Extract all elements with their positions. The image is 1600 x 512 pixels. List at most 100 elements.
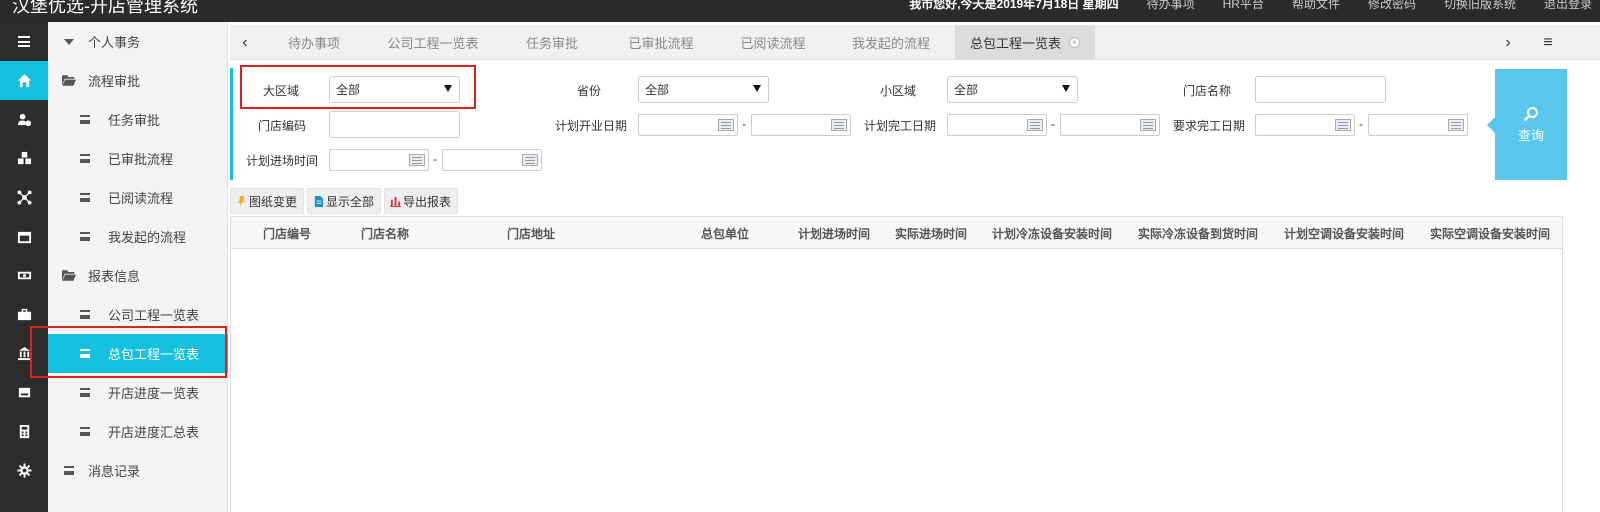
required-finish-to[interactable]	[1368, 114, 1468, 136]
planned-finish-label: 计划完工日期	[864, 119, 937, 133]
tab-todo[interactable]: 待办事项	[270, 25, 358, 60]
tab-prev-button[interactable]: ‹	[230, 25, 260, 60]
tab-menu-button[interactable]: ≡	[1533, 25, 1563, 60]
calendar-icon[interactable]	[1140, 119, 1156, 131]
sidebar-item-my-processes[interactable]: 我发起的流程	[48, 217, 228, 256]
province-select[interactable]: 全部	[638, 76, 769, 103]
calculator-icon[interactable]	[0, 412, 48, 451]
planned-open-to[interactable]	[751, 114, 851, 136]
planned-entry-to[interactable]	[442, 149, 542, 171]
calendar-icon[interactable]	[718, 119, 734, 131]
tab-read-processes[interactable]: 已阅读流程	[727, 25, 819, 60]
top-link-old-system[interactable]: 切换旧版系统	[1444, 0, 1516, 12]
top-links: 我市您好,今天是2019年7月18日 星期四 待办事项 HR平台 帮助文件 修改…	[909, 0, 1592, 12]
close-icon[interactable]: ×	[1069, 37, 1080, 48]
sidebar-item-messages[interactable]: 消息记录	[48, 451, 228, 490]
sidebar-item-approved-processes[interactable]: 已审批流程	[48, 139, 228, 178]
sidebar-menu: 个人事务 流程审批 任务审批 已审批流程 已阅读流程 我发起的流程 报表信息 公…	[48, 22, 228, 512]
column-header-planned-entry[interactable]: 计划进场时间	[798, 217, 870, 249]
search-icon	[1523, 106, 1538, 121]
sidebar-item-opening-progress[interactable]: 开店进度一览表	[48, 373, 228, 412]
home-icon[interactable]	[0, 61, 48, 100]
sidebar-item-label: 个人事务	[88, 35, 141, 50]
tab-my-processes[interactable]: 我发起的流程	[840, 25, 942, 60]
sidebar-item-read-processes[interactable]: 已阅读流程	[48, 178, 228, 217]
calendar-icon[interactable]	[0, 217, 48, 256]
tab-next-button[interactable]: ›	[1493, 25, 1523, 60]
top-link-logout[interactable]: 退出登录	[1544, 0, 1592, 12]
sidebar-item-process-approval[interactable]: 流程审批	[48, 61, 228, 100]
range-separator: -	[1051, 117, 1055, 131]
calendar-icon[interactable]	[409, 154, 425, 166]
range-separator: -	[433, 152, 437, 166]
export-report-button[interactable]: 导出报表	[384, 188, 459, 214]
column-header-contractor[interactable]: 总包单位	[701, 217, 749, 249]
sidebar-item-label: 流程审批	[88, 74, 141, 89]
sidebar-item-opening-summary[interactable]: 开店进度汇总表	[48, 412, 228, 451]
calendar-icon[interactable]	[1448, 119, 1464, 131]
sidebar-item-reports[interactable]: 报表信息	[48, 256, 228, 295]
top-bar: 汉堡优选-开店管理系统 我市您好,今天是2019年7月18日 星期四 待办事项 …	[0, 0, 1600, 22]
column-header-actual-freezer-arrival[interactable]: 实际冷冻设备到货时间	[1138, 217, 1258, 249]
calendar-icon[interactable]	[1027, 119, 1043, 131]
column-header-store-name[interactable]: 门店名称	[361, 217, 409, 249]
calendar-icon[interactable]	[831, 119, 847, 131]
network-icon[interactable]	[0, 178, 48, 217]
tab-approved-processes[interactable]: 已审批流程	[615, 25, 707, 60]
column-header-actual-ac-install[interactable]: 实际空调设备安装时间	[1430, 217, 1550, 249]
show-all-button[interactable]: 显示全部	[307, 188, 382, 214]
welcome-text: 我市您好,今天是2019年7月18日 星期四	[909, 0, 1119, 11]
top-link-help[interactable]: 帮助文件	[1292, 0, 1340, 12]
folder-open-icon	[62, 74, 76, 88]
drawing-change-button[interactable]: 图纸变更	[230, 188, 305, 214]
subregion-select[interactable]: 全部	[947, 76, 1078, 103]
sidebar-item-task-approval[interactable]: 任务审批	[48, 100, 228, 139]
cubes-icon[interactable]	[0, 139, 48, 178]
range-separator: -	[1359, 117, 1363, 131]
column-header-store-address[interactable]: 门店地址	[507, 217, 555, 249]
planned-entry-from[interactable]	[329, 149, 429, 171]
calendar-icon[interactable]	[522, 154, 538, 166]
tab-company-projects[interactable]: 公司工程一览表	[378, 25, 488, 60]
toolbar: 图纸变更 显示全部 导出报表	[230, 188, 459, 215]
column-header-store-code[interactable]: 门店编号	[263, 217, 311, 249]
calendar-icon[interactable]	[1335, 119, 1351, 131]
planned-finish-to[interactable]	[1060, 114, 1160, 136]
top-link-todo[interactable]: 待办事项	[1147, 0, 1195, 12]
province-label: 省份	[577, 84, 602, 98]
tab-general-contract-projects[interactable]: 总包工程一览表 ×	[955, 25, 1095, 60]
store-name-label: 门店名称	[1183, 84, 1232, 98]
column-header-planned-ac-install[interactable]: 计划空调设备安装时间	[1284, 217, 1404, 249]
top-link-change-password[interactable]: 修改密码	[1368, 0, 1416, 12]
tab-task-approval[interactable]: 任务审批	[512, 25, 592, 60]
list-icon	[78, 386, 92, 400]
search-button-label: 查询	[1517, 127, 1544, 143]
column-header-planned-freezer-install[interactable]: 计划冷冻设备安装时间	[992, 217, 1112, 249]
store-code-label: 门店编码	[258, 119, 307, 133]
list-icon	[78, 191, 92, 205]
sidebar-item-label: 开店进度一览表	[108, 386, 200, 401]
store-code-input[interactable]	[329, 111, 460, 138]
planned-finish-from[interactable]	[947, 114, 1047, 136]
top-link-hr[interactable]: HR平台	[1223, 0, 1264, 12]
money-icon[interactable]	[0, 256, 48, 295]
user-settings-icon[interactable]	[0, 100, 48, 139]
sidebar-item-label: 任务审批	[108, 113, 161, 128]
required-finish-from[interactable]	[1255, 114, 1355, 136]
subregion-select-value: 全部	[954, 83, 979, 97]
sidebar-item-label: 我发起的流程	[108, 230, 187, 245]
planned-open-from[interactable]	[638, 114, 738, 136]
tab-label: 总包工程一览表	[969, 36, 1061, 51]
planned-entry-label: 计划进场时间	[246, 154, 319, 168]
search-button[interactable]: 查询	[1487, 69, 1567, 180]
bar-chart-icon	[390, 196, 402, 207]
data-table: 门店编号 门店名称 门店地址 总包单位 计划进场时间 实际进场时间 计划冷冻设备…	[230, 216, 1563, 512]
sidebar-item-personal-affairs[interactable]: 个人事务	[48, 22, 228, 61]
gear-icon[interactable]	[0, 451, 48, 490]
menu-toggle-icon[interactable]	[0, 22, 48, 61]
list-icon	[78, 425, 92, 439]
store-name-input[interactable]	[1255, 76, 1386, 103]
show-all-label: 显示全部	[326, 194, 375, 209]
column-header-actual-entry[interactable]: 实际进场时间	[895, 217, 967, 249]
hard-drive-icon[interactable]	[0, 373, 48, 412]
